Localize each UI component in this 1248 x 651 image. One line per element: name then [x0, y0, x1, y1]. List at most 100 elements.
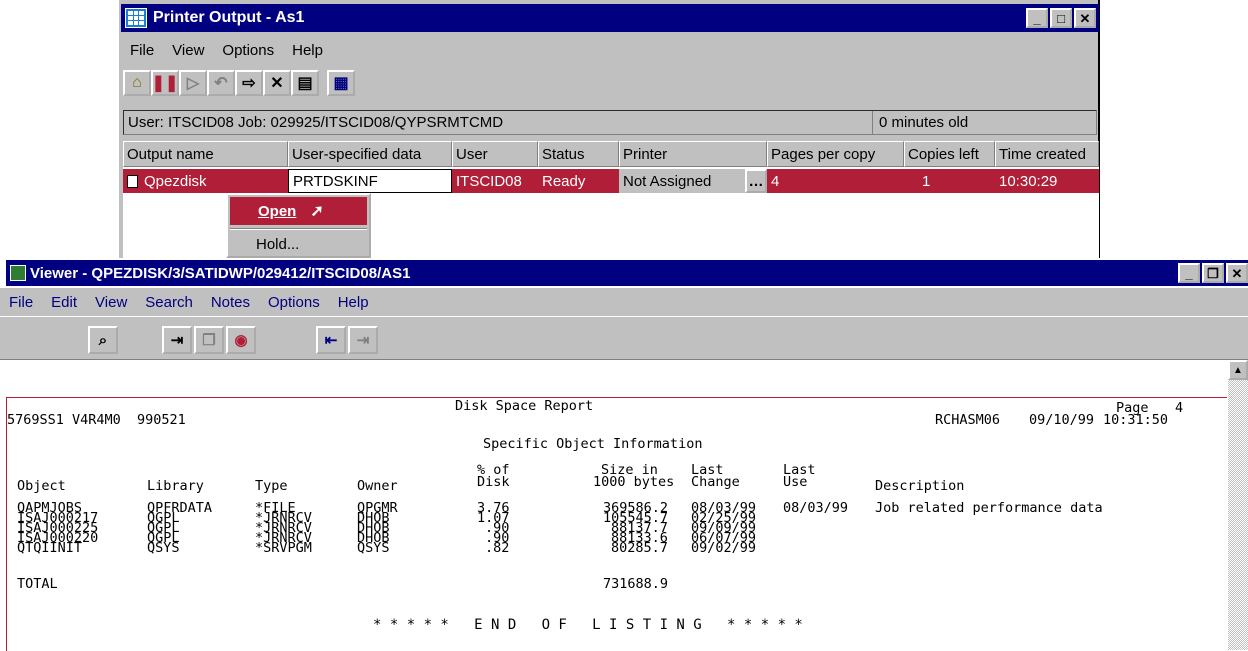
properties-icon[interactable]: ▤: [291, 70, 319, 96]
viewer-menu-options[interactable]: Options: [259, 294, 329, 311]
row0-desc: Job related performance data: [875, 500, 1103, 516]
viewer-menu-file[interactable]: File: [0, 294, 42, 311]
printer-browse-button[interactable]: …: [745, 169, 767, 193]
cell-output-name[interactable]: Qpezdisk: [123, 169, 288, 193]
hdr-size-bot: 1000 bytes: [593, 474, 675, 490]
report-page: 5769SS1 V4R4M0 990521 Disk Space Report …: [6, 397, 1227, 651]
col-time[interactable]: Time created: [995, 141, 1099, 167]
output-name-text: Qpezdisk: [144, 172, 207, 190]
viewer-title: Viewer - QPEZDISK/3/SATIDWP/029412/ITSCI…: [30, 264, 411, 282]
report-page-number: 4: [1175, 400, 1184, 416]
vertical-scrollbar[interactable]: ▲: [1228, 360, 1248, 650]
job-age-text: 0 minutes old: [872, 111, 1096, 134]
col-user-data[interactable]: User-specified data: [288, 141, 452, 167]
user-data-field[interactable]: PRTDSKINF: [288, 169, 452, 193]
report-left-header: 5769SS1 V4R4M0 990521: [7, 412, 186, 428]
viewer-close-button[interactable]: ✕: [1226, 263, 1248, 283]
hdr-library: Library: [147, 478, 204, 494]
print-icon[interactable]: ◉: [226, 326, 256, 354]
document-icon: [127, 174, 138, 188]
context-menu-open[interactable]: Open ➚: [230, 197, 367, 225]
context-menu: Open ➚ Hold...: [226, 193, 371, 258]
cell-copies: 1: [904, 169, 995, 193]
total-label: TOTAL: [17, 576, 58, 592]
release-icon[interactable]: ▷: [179, 70, 207, 96]
job-info-bar: User: ITSCID08 Job: 029925/ITSCID08/QYPS…: [123, 110, 1097, 135]
scroll-up-icon[interactable]: ▲: [1228, 360, 1248, 380]
next-page-icon[interactable]: ⇥: [348, 326, 378, 354]
viewer-app-icon: [10, 265, 26, 281]
hdr-change-bot: Change: [691, 474, 740, 490]
report-subtitle: Specific Object Information: [483, 436, 703, 452]
hold-icon[interactable]: ❚❚: [151, 70, 179, 96]
report-system: RCHASM06: [935, 412, 1001, 428]
viewer-menu-edit[interactable]: Edit: [42, 294, 86, 311]
cell-user: ITSCID08: [452, 169, 538, 193]
hdr-description: Description: [875, 478, 965, 494]
previous-page-icon[interactable]: ⇤: [316, 326, 346, 354]
report-page-label: Page: [1116, 400, 1149, 416]
menu-help[interactable]: Help: [283, 42, 332, 59]
cell-time: 10:30:29: [995, 169, 1099, 193]
hdr-use-bot: Use: [783, 474, 808, 490]
window-title: Printer Output - As1: [153, 9, 305, 26]
total-value: 731688.9: [603, 576, 669, 592]
goto-page-icon[interactable]: ⇥: [162, 326, 192, 354]
cell-pages: 4: [767, 169, 904, 193]
hdr-type: Type: [255, 478, 288, 494]
maximize-button[interactable]: □: [1050, 8, 1072, 28]
open-folder-icon[interactable]: ⌂: [123, 70, 151, 96]
printer-field[interactable]: Not Assigned: [619, 169, 745, 193]
reply-icon[interactable]: ↶: [207, 70, 235, 96]
viewer-menu-view[interactable]: View: [86, 294, 136, 311]
context-menu-hold[interactable]: Hold...: [228, 233, 369, 255]
col-pages[interactable]: Pages per copy: [767, 141, 904, 167]
row4-change: 09/02/99: [691, 540, 757, 556]
printer-title-bar[interactable]: Printer Output - As1 _ □ ✕: [121, 4, 1099, 32]
col-output-name[interactable]: Output name: [123, 141, 288, 167]
report-time: 10:31:50: [1103, 412, 1169, 428]
viewer-menubar: File Edit View Search Notes Options Help: [0, 288, 1248, 316]
col-user[interactable]: User: [452, 141, 538, 167]
minimize-button[interactable]: _: [1026, 8, 1048, 28]
menu-options[interactable]: Options: [213, 42, 283, 59]
viewer-menu-search[interactable]: Search: [136, 294, 202, 311]
find-icon[interactable]: ⌕: [88, 326, 118, 354]
delete-icon[interactable]: ✕: [263, 70, 291, 96]
viewer-toolbar: ⌕ ⇥ ❐ ◉ ⇤ ⇥: [0, 316, 1248, 360]
row4-object: QTQIINIT: [17, 540, 83, 556]
cell-status: Ready: [538, 169, 619, 193]
col-copies[interactable]: Copies left: [904, 141, 995, 167]
viewer-minimize-button[interactable]: _: [1178, 263, 1200, 283]
table-row[interactable]: Qpezdisk PRTDSKINF ITSCID08 Ready Not As…: [123, 169, 1099, 193]
row4-owner: QSYS: [357, 540, 390, 556]
copy-page-icon[interactable]: ❐: [194, 326, 224, 354]
row4-library: QSYS: [147, 540, 180, 556]
row4-type: *SRVPGM: [255, 540, 312, 556]
row0-use: 08/03/99: [783, 500, 849, 516]
col-status[interactable]: Status: [538, 141, 619, 167]
report-date: 09/10/99: [1029, 412, 1095, 428]
open-label: Open: [258, 202, 297, 220]
hdr-owner: Owner: [357, 478, 398, 494]
hdr-object: Object: [17, 478, 66, 494]
move-icon[interactable]: ⇨: [235, 70, 263, 96]
col-printer[interactable]: Printer: [619, 141, 767, 167]
hdr-pct-bot: Disk: [477, 474, 510, 490]
menu-separator: [230, 228, 367, 230]
mouse-cursor-icon: ➚: [310, 203, 324, 220]
viewer-menu-help[interactable]: Help: [329, 294, 378, 311]
close-button[interactable]: ✕: [1074, 8, 1096, 28]
menu-file[interactable]: File: [121, 42, 163, 59]
job-info-text: User: ITSCID08 Job: 029925/ITSCID08/QYPS…: [128, 114, 504, 131]
viewer-title-bar[interactable]: Viewer - QPEZDISK/3/SATIDWP/029412/ITSCI…: [6, 260, 1248, 286]
column-headers: Output name User-specified data User Sta…: [123, 141, 1099, 167]
report-title: Disk Space Report: [455, 398, 594, 414]
printer-toolbar: ⌂ ❚❚ ▷ ↶ ⇨ ✕ ▤ ▦: [123, 68, 355, 98]
menu-view[interactable]: View: [163, 42, 213, 59]
printer-app-icon: [125, 8, 147, 28]
viewer-menu-notes[interactable]: Notes: [202, 294, 259, 311]
columns-icon[interactable]: ▦: [327, 70, 355, 96]
viewer-restore-button[interactable]: ❐: [1202, 263, 1224, 283]
row4-pct: .82: [485, 540, 510, 556]
